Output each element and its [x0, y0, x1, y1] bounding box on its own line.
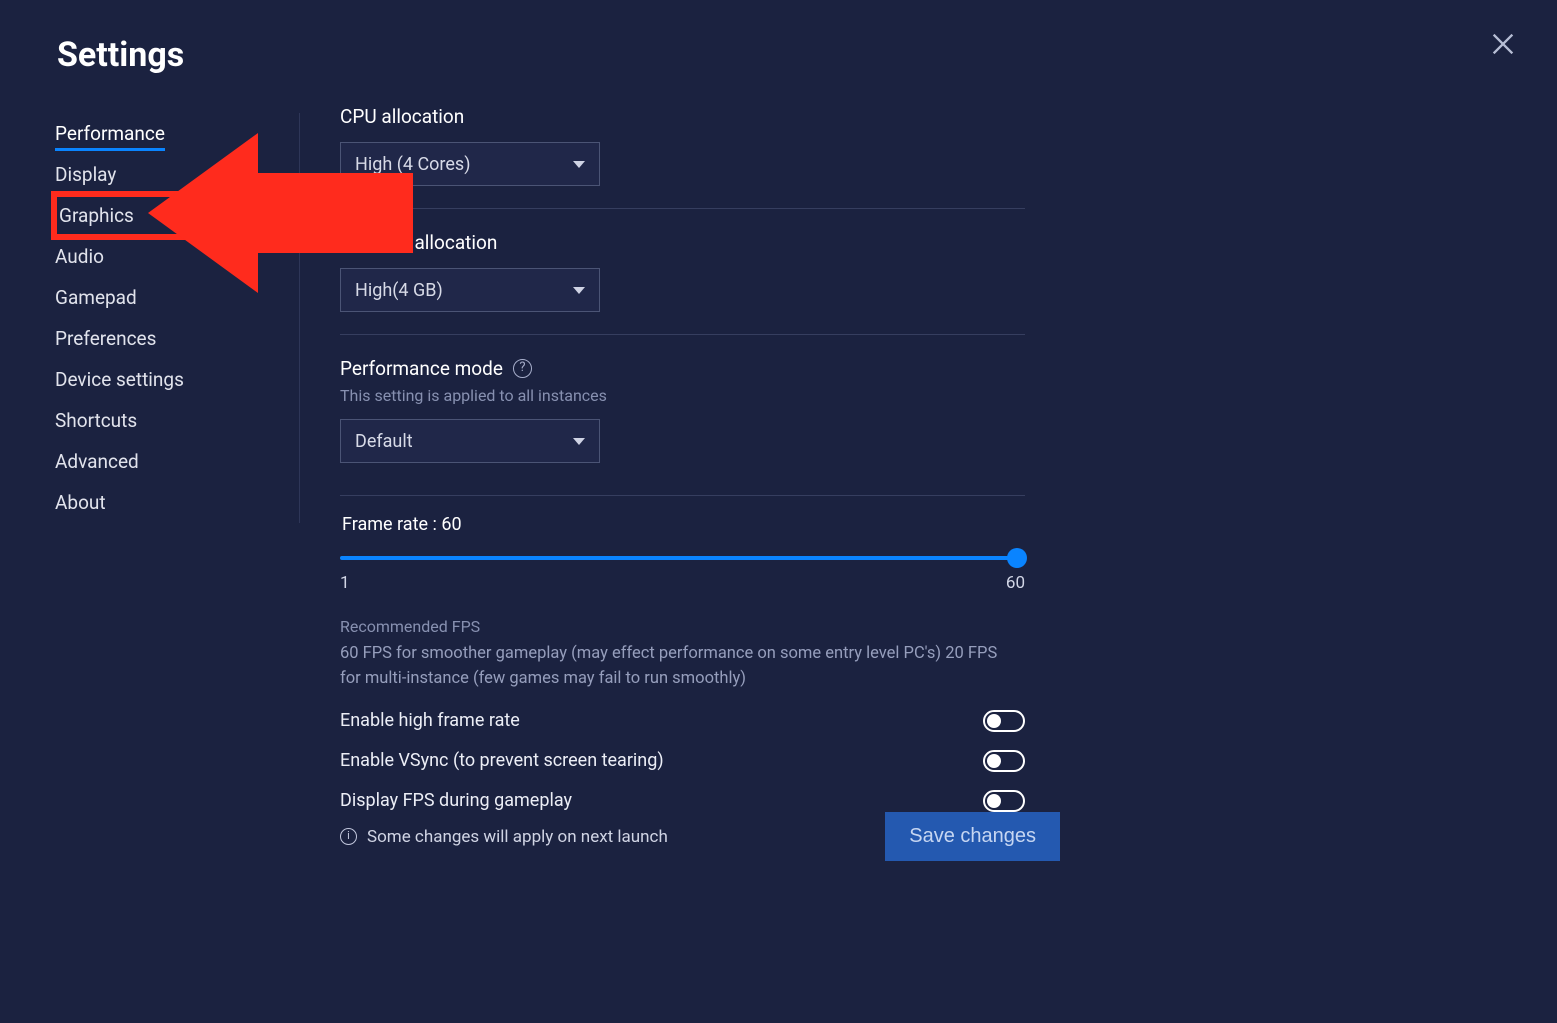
- sidebar-item-graphics[interactable]: Graphics: [55, 195, 289, 236]
- perfmode-select[interactable]: Default: [340, 419, 600, 463]
- memory-select[interactable]: High(4 GB): [340, 268, 600, 312]
- perfmode-sub: This setting is applied to all instances: [340, 386, 1025, 405]
- slider-track: [340, 556, 1025, 560]
- page-title: Settings: [57, 35, 184, 75]
- toggle-row-hifr: Enable high frame rate: [340, 710, 1025, 732]
- sidebar-item-about[interactable]: About: [55, 482, 289, 523]
- sidebar-item-gamepad[interactable]: Gamepad: [55, 277, 289, 318]
- hifr-label: Enable high frame rate: [340, 710, 520, 731]
- section-perfmode: Performance mode ? This setting is appli…: [340, 357, 1025, 473]
- sidebar-item-audio[interactable]: Audio: [55, 236, 289, 277]
- framerate-range: 1 60: [340, 573, 1025, 593]
- sidebar-item-display[interactable]: Display: [55, 154, 289, 195]
- sidebar-item-performance[interactable]: Performance: [55, 113, 289, 154]
- sidebar-item-advanced[interactable]: Advanced: [55, 441, 289, 482]
- cpu-label: CPU allocation: [340, 105, 1025, 128]
- close-icon[interactable]: [1489, 30, 1517, 58]
- perfmode-label: Performance mode ?: [340, 357, 1025, 380]
- settings-sidebar: Performance Display Graphics Audio Gamep…: [55, 113, 300, 523]
- section-framerate: Frame rate : 60 1 60 Recommended FPS 60 …: [340, 495, 1025, 834]
- framerate-slider[interactable]: [340, 549, 1025, 567]
- showfps-label: Display FPS during gameplay: [340, 790, 572, 811]
- toggle-row-showfps: Display FPS during gameplay: [340, 790, 1025, 812]
- section-cpu: CPU allocation High (4 Cores): [340, 105, 1025, 209]
- save-button[interactable]: Save changes: [885, 812, 1060, 861]
- memory-label: Memory allocation: [340, 231, 1025, 254]
- section-memory: Memory allocation High(4 GB): [340, 231, 1025, 335]
- framerate-min: 1: [340, 573, 350, 593]
- chevron-down-icon: [573, 287, 585, 294]
- toggle-row-vsync: Enable VSync (to prevent screen tearing): [340, 750, 1025, 772]
- rec-fps-body: 60 FPS for smoother gameplay (may effect…: [340, 642, 1020, 692]
- footer-info: i Some changes will apply on next launch: [340, 827, 668, 847]
- showfps-toggle[interactable]: [983, 790, 1025, 812]
- rec-fps-head: Recommended FPS: [340, 617, 1025, 636]
- framerate-max: 60: [1006, 573, 1025, 593]
- settings-main: CPU allocation High (4 Cores) Memory all…: [340, 105, 1025, 834]
- cpu-select-value: High (4 Cores): [355, 154, 470, 175]
- sidebar-item-shortcuts[interactable]: Shortcuts: [55, 400, 289, 441]
- sidebar-item-preferences[interactable]: Preferences: [55, 318, 289, 359]
- vsync-label: Enable VSync (to prevent screen tearing): [340, 750, 664, 771]
- settings-footer: i Some changes will apply on next launch…: [340, 812, 1060, 861]
- hifr-toggle[interactable]: [983, 710, 1025, 732]
- chevron-down-icon: [573, 438, 585, 445]
- memory-select-value: High(4 GB): [355, 280, 443, 301]
- sidebar-item-device-settings[interactable]: Device settings: [55, 359, 289, 400]
- info-icon: i: [340, 828, 357, 845]
- framerate-label: Frame rate : 60: [340, 514, 1025, 535]
- cpu-select[interactable]: High (4 Cores): [340, 142, 600, 186]
- perfmode-select-value: Default: [355, 431, 413, 452]
- help-icon[interactable]: ?: [513, 359, 532, 378]
- vsync-toggle[interactable]: [983, 750, 1025, 772]
- slider-thumb[interactable]: [1007, 548, 1027, 568]
- chevron-down-icon: [573, 161, 585, 168]
